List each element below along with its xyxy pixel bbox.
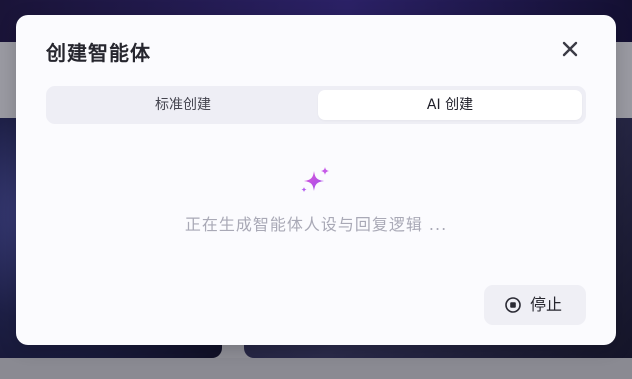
background-footer	[0, 358, 632, 379]
tab-standard-create[interactable]: 标准创建	[50, 90, 316, 120]
close-icon	[562, 41, 578, 57]
stop-button[interactable]: 停止	[484, 285, 586, 325]
tab-ai-create[interactable]: AI 创建	[318, 90, 582, 120]
creation-mode-tabs: 标准创建 AI 创建	[46, 86, 586, 124]
sparkle-icon	[301, 167, 329, 193]
generating-status-text: 正在生成智能体人设与回复逻辑 ...	[184, 215, 448, 234]
close-button[interactable]	[558, 37, 582, 61]
stop-button-label: 停止	[530, 295, 563, 314]
create-agent-modal: 创建智能体 标准创建 AI 创建 正在生成智能体人设与回复逻辑 ... 停止	[16, 15, 616, 345]
stop-circle-icon	[505, 297, 521, 313]
modal-title: 创建智能体	[46, 41, 151, 65]
